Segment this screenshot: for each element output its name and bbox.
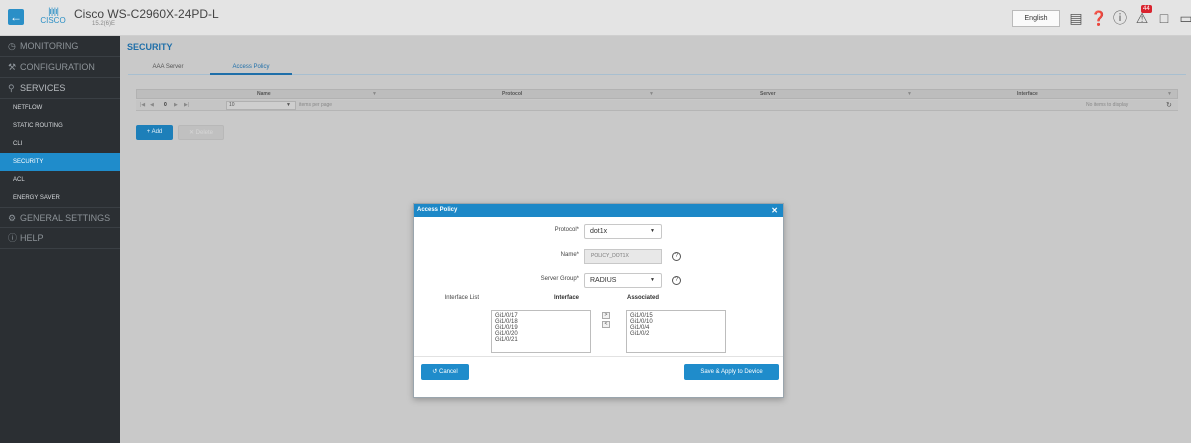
save-apply-button[interactable]: Save & Apply to Device bbox=[684, 364, 779, 380]
sidebar-item-netflow[interactable]: NETFLOW bbox=[0, 99, 120, 117]
question-circle-icon[interactable]: ? bbox=[672, 252, 681, 261]
sidebar: ◷ MONITORING ⚒ CONFIGURATION ⚲ SERVICES NET… bbox=[0, 36, 120, 443]
tab-aaa-server[interactable]: AAA Server bbox=[138, 62, 198, 75]
nav-monitoring[interactable]: ◷ MONITORING bbox=[0, 36, 120, 57]
gear-icon: ⚙ bbox=[8, 213, 17, 223]
top-toolbar-icons: ▤ ❓ ⓘ ⚠ 44 □ ▭ bbox=[1068, 5, 1191, 28]
nav-label: CONFIGURATION bbox=[20, 62, 95, 72]
save-config-icon[interactable]: □ bbox=[1156, 10, 1172, 26]
cisco-logo: |ı|ı|ı| CISCO bbox=[38, 7, 68, 27]
logo-text: CISCO bbox=[40, 16, 66, 25]
nav-configuration[interactable]: ⚒ CONFIGURATION bbox=[0, 57, 120, 78]
interface-column-heading: Interface bbox=[554, 295, 580, 301]
sidebar-item-security[interactable]: SECURITY bbox=[0, 153, 120, 171]
grid-pager: |◀ ◀ 0 ▶ ▶| 10 ▼ items per page No items … bbox=[136, 100, 1178, 111]
last-page-icon[interactable]: ▶| bbox=[184, 100, 189, 111]
sidebar-item-energy-saver[interactable]: ENERGY SAVER bbox=[0, 189, 120, 207]
list-item[interactable]: Gi1/0/15 bbox=[627, 311, 725, 319]
cancel-label: Cancel bbox=[439, 369, 458, 375]
server-group-value: RADIUS bbox=[590, 277, 617, 284]
chevron-down-icon[interactable]: ▼ bbox=[649, 90, 654, 99]
wrench-icon: ⚒ bbox=[8, 62, 17, 72]
help-icon[interactable]: ❓ bbox=[1090, 10, 1107, 26]
chevron-down-icon[interactable]: ▼ bbox=[372, 90, 377, 99]
chevron-down-icon: ▼ bbox=[650, 277, 655, 283]
column-header-interface[interactable]: Interface bbox=[1017, 90, 1038, 100]
name-field: POLICY_DOT1X bbox=[584, 249, 662, 264]
move-left-button[interactable]: < bbox=[602, 321, 610, 328]
nav-help[interactable]: ⓘ HELP bbox=[0, 228, 120, 249]
items-per-page-label: items per page bbox=[299, 102, 333, 108]
page-size-value: 10 bbox=[229, 102, 235, 108]
first-page-icon[interactable]: |◀ bbox=[140, 100, 145, 111]
nav-label: MONITORING bbox=[20, 41, 79, 51]
day0-wizard-icon[interactable]: ▤ bbox=[1068, 10, 1084, 26]
close-icon[interactable]: ✕ bbox=[771, 204, 778, 217]
sidebar-item-static-routing[interactable]: STATIC ROUTING bbox=[0, 117, 120, 135]
dialog-header: Access Policy ✕ bbox=[414, 204, 783, 217]
page-number: 0 bbox=[164, 102, 167, 108]
alerts-icon[interactable]: ⚠ 44 bbox=[1134, 5, 1152, 26]
alert-count-badge: 44 bbox=[1141, 5, 1152, 13]
nav-services[interactable]: ⚲ SERVICES bbox=[0, 78, 120, 99]
list-item[interactable]: Gi1/0/21 bbox=[492, 337, 590, 343]
dialog-title: Access Policy bbox=[417, 207, 458, 213]
chevron-down-icon: ▼ bbox=[650, 228, 655, 234]
nav-label: HELP bbox=[20, 233, 44, 243]
question-circle-icon[interactable]: ? bbox=[672, 276, 681, 285]
back-arrow-icon[interactable]: ← bbox=[8, 9, 24, 25]
delete-button[interactable]: ✕ Delete bbox=[178, 125, 224, 140]
device-title: Cisco WS-C2960X-24PD-L bbox=[74, 7, 219, 21]
column-header-name[interactable]: Name bbox=[257, 90, 271, 100]
chevron-down-icon: ▼ bbox=[286, 102, 291, 108]
language-select[interactable]: English bbox=[1012, 10, 1060, 27]
protocol-value: dot1x bbox=[590, 228, 608, 235]
add-button[interactable]: + Add bbox=[136, 125, 173, 140]
column-header-protocol[interactable]: Protocol bbox=[502, 90, 522, 100]
chevron-down-icon[interactable]: ▼ bbox=[1167, 90, 1172, 99]
help-circle-icon: ⓘ bbox=[8, 233, 18, 243]
cisco-bars-icon: |ı|ı|ı| bbox=[48, 6, 59, 16]
prev-page-icon[interactable]: ◀ bbox=[150, 100, 154, 111]
sidebar-item-cli[interactable]: CLI bbox=[0, 135, 120, 153]
info-icon[interactable]: ⓘ bbox=[1112, 10, 1128, 26]
next-page-icon[interactable]: ▶ bbox=[174, 100, 178, 111]
nav-label: GENERAL SETTINGS bbox=[20, 213, 111, 223]
top-bar: ← |ı|ı|ı| CISCO Cisco WS-C2960X-24PD-L 1… bbox=[0, 0, 1191, 36]
refresh-icon[interactable]: ↻ bbox=[1166, 100, 1172, 111]
protocol-select[interactable]: dot1x ▼ bbox=[584, 224, 662, 239]
name-label: Name* bbox=[560, 252, 579, 258]
server-group-select[interactable]: RADIUS ▼ bbox=[584, 273, 662, 288]
interface-list-label: Interface List bbox=[444, 295, 479, 301]
undo-icon: ↺ bbox=[432, 369, 439, 375]
column-header-server[interactable]: Server bbox=[760, 90, 776, 100]
grid-header: Name ▼ Protocol ▼ Server ▼ Interface ▼ bbox=[136, 89, 1178, 99]
empty-grid-text: No items to display bbox=[1086, 102, 1129, 108]
protocol-label: Protocol* bbox=[554, 227, 579, 233]
list-item[interactable]: Gi1/0/2 bbox=[627, 331, 725, 337]
device-version: 15.2(6)E bbox=[92, 21, 116, 27]
tab-bar: AAA Server Access Policy bbox=[128, 62, 1186, 75]
dialog-footer-divider bbox=[414, 356, 783, 357]
page-title: SECURITY bbox=[127, 42, 173, 52]
cancel-button[interactable]: ↺ Cancel bbox=[421, 364, 469, 380]
nav-general-settings[interactable]: ⚙ GENERAL SETTINGS bbox=[0, 207, 120, 228]
monitoring-icon: ◷ bbox=[8, 41, 16, 51]
associated-listbox[interactable]: Gi1/0/15 Gi1/0/10 Gi1/0/4 Gi1/0/2 bbox=[626, 310, 726, 353]
nav-label: SERVICES bbox=[20, 83, 66, 93]
page-size-select[interactable]: 10 ▼ bbox=[226, 101, 296, 110]
monitor-icon[interactable]: ▭ bbox=[1178, 10, 1191, 26]
list-item[interactable]: Gi1/0/17 bbox=[492, 311, 590, 319]
access-policy-dialog: Access Policy ✕ Protocol* dot1x ▼ Name* … bbox=[413, 203, 784, 398]
associated-column-heading: Associated bbox=[627, 295, 660, 301]
sidebar-item-acl[interactable]: ACL bbox=[0, 171, 120, 189]
services-icon: ⚲ bbox=[8, 83, 15, 93]
interface-listbox[interactable]: Gi1/0/17 Gi1/0/18 Gi1/0/19 Gi1/0/20 Gi1/… bbox=[491, 310, 591, 353]
chevron-down-icon[interactable]: ▼ bbox=[907, 90, 912, 99]
server-group-label: Server Group* bbox=[540, 276, 579, 282]
move-right-button[interactable]: > bbox=[602, 312, 610, 319]
tab-access-policy[interactable]: Access Policy bbox=[210, 62, 292, 75]
